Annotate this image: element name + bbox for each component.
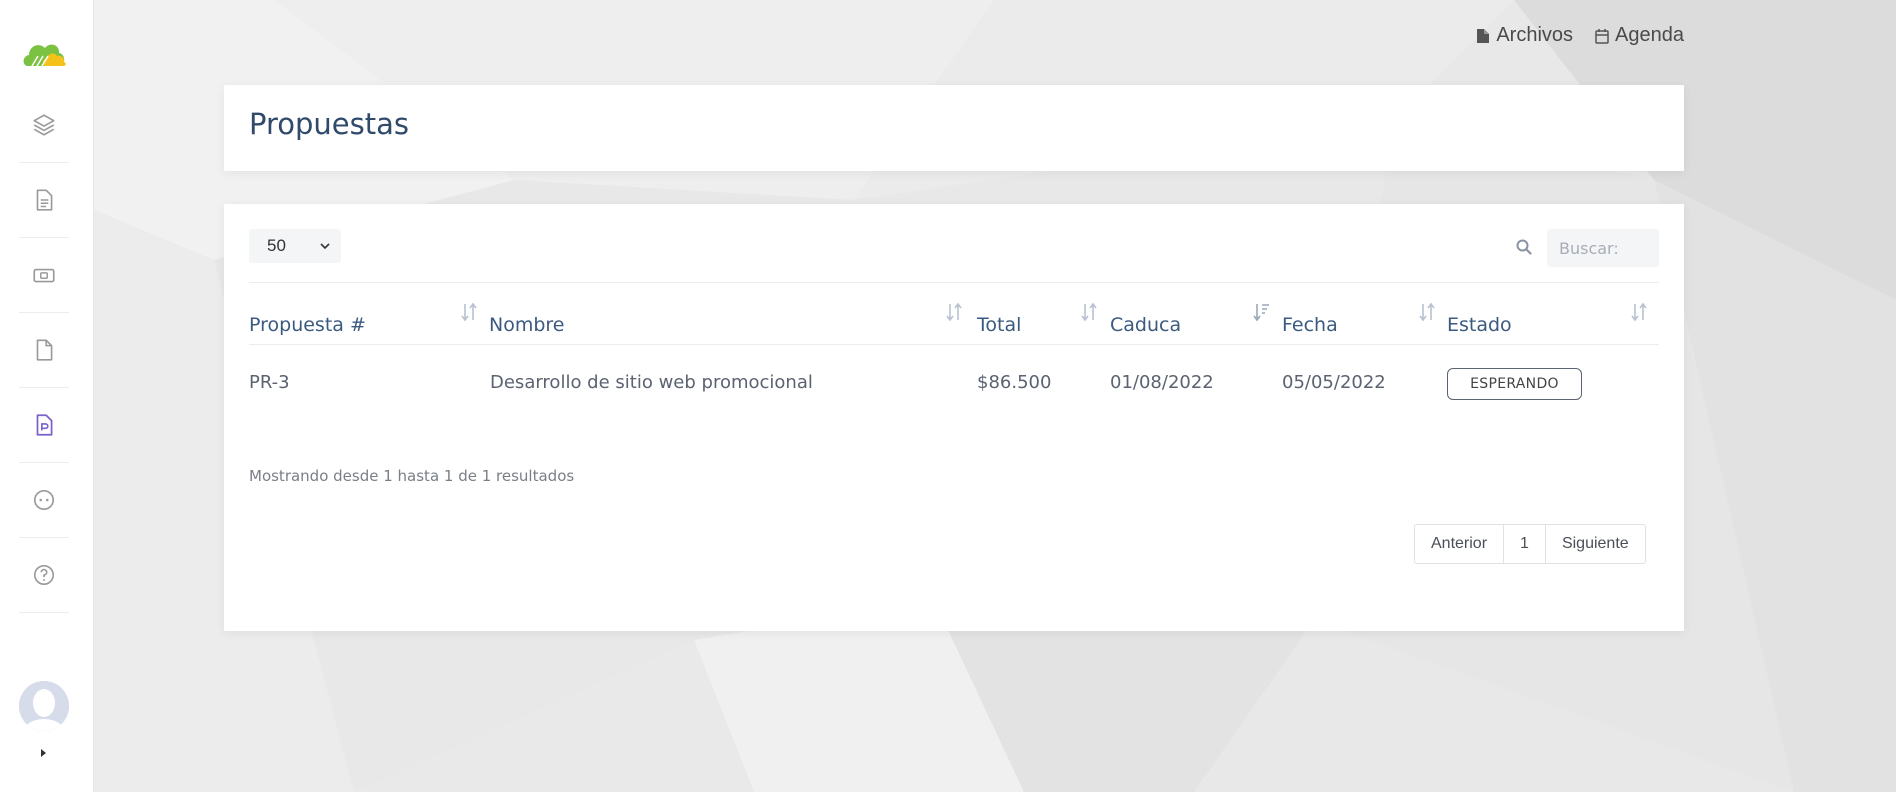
table-card: 50 Propuesta # Nombre Total Caduca Fecha… bbox=[224, 204, 1684, 631]
chat-icon bbox=[33, 489, 55, 511]
sidebar-item-documents[interactable] bbox=[19, 163, 69, 238]
table-info: Mostrando desde 1 hasta 1 de 1 resultado… bbox=[249, 467, 575, 485]
sort-icon[interactable] bbox=[1629, 301, 1649, 323]
pagination: Anterior 1 Siguiente bbox=[1414, 524, 1646, 564]
page-title: Propuestas bbox=[249, 107, 409, 141]
chevron-down-icon bbox=[320, 243, 330, 250]
column-header-total[interactable]: Total bbox=[977, 305, 1021, 345]
agenda-label: Agenda bbox=[1615, 24, 1684, 46]
sort-icon[interactable] bbox=[459, 301, 479, 323]
document-icon bbox=[36, 189, 53, 211]
sidebar-item-chat[interactable] bbox=[19, 463, 69, 538]
status-badge: ESPERANDO bbox=[1447, 368, 1582, 400]
sort-desc-icon[interactable] bbox=[1251, 301, 1271, 323]
column-header-propuesta[interactable]: Propuesta # bbox=[249, 305, 366, 345]
cell-propuesta[interactable]: PR-3 bbox=[249, 372, 290, 393]
column-header-nombre[interactable]: Nombre bbox=[489, 305, 565, 345]
divider bbox=[249, 282, 1659, 283]
sidebar-item-proposals[interactable] bbox=[19, 388, 69, 463]
expand-sidebar-button[interactable] bbox=[38, 745, 50, 759]
logo[interactable] bbox=[22, 36, 68, 72]
sidebar-item-money[interactable] bbox=[19, 238, 69, 313]
search-input[interactable] bbox=[1547, 229, 1659, 267]
divider bbox=[249, 344, 1659, 345]
page-1-button[interactable]: 1 bbox=[1504, 525, 1546, 563]
agenda-link[interactable]: Agenda bbox=[1595, 24, 1684, 47]
file-solid-icon bbox=[1477, 28, 1490, 43]
prev-page-button[interactable]: Anterior bbox=[1415, 525, 1505, 563]
search-icon bbox=[1516, 239, 1532, 255]
column-header-caduca[interactable]: Caduca bbox=[1110, 305, 1181, 345]
cell-fecha: 05/05/2022 bbox=[1282, 372, 1386, 393]
page-length-value: 50 bbox=[267, 236, 286, 255]
sidebar-item-layers[interactable] bbox=[19, 88, 69, 163]
next-page-button[interactable]: Siguiente bbox=[1546, 525, 1645, 563]
column-header-estado[interactable]: Estado bbox=[1447, 305, 1512, 345]
sort-icon[interactable] bbox=[1417, 301, 1437, 323]
archivos-link[interactable]: Archivos bbox=[1476, 24, 1573, 47]
sidebar-item-files[interactable] bbox=[19, 313, 69, 388]
sidebar bbox=[0, 0, 94, 792]
sort-icon[interactable] bbox=[944, 301, 964, 323]
calendar-icon bbox=[1595, 28, 1609, 44]
cell-total: $86.500 bbox=[977, 372, 1052, 393]
cell-nombre[interactable]: Desarrollo de sitio web promocional bbox=[490, 372, 813, 393]
sort-icon[interactable] bbox=[1079, 301, 1099, 323]
column-header-fecha[interactable]: Fecha bbox=[1282, 305, 1338, 345]
sidebar-item-help[interactable] bbox=[19, 538, 69, 613]
cell-caduca: 01/08/2022 bbox=[1110, 372, 1214, 393]
caret-right-icon bbox=[41, 749, 46, 757]
file-icon bbox=[36, 339, 53, 361]
title-card: Propuestas bbox=[224, 85, 1684, 171]
user-avatar-icon bbox=[19, 681, 69, 731]
money-icon bbox=[33, 268, 55, 283]
avatar[interactable] bbox=[19, 681, 69, 731]
page-length-select[interactable]: 50 bbox=[249, 229, 341, 263]
proposal-icon bbox=[36, 414, 53, 436]
help-icon bbox=[33, 564, 55, 586]
archivos-label: Archivos bbox=[1496, 24, 1574, 46]
top-links: Archivos Agenda bbox=[1476, 24, 1684, 47]
layers-icon bbox=[33, 114, 55, 136]
